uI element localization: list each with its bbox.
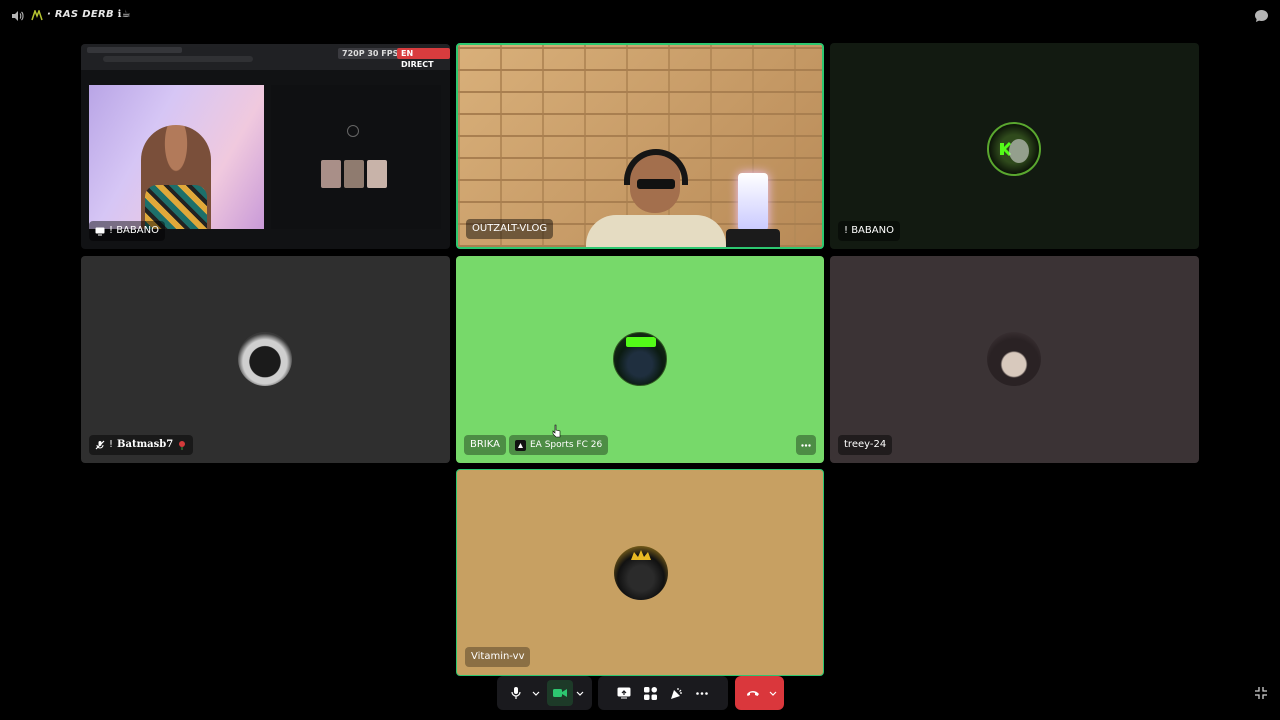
shared-call-panel xyxy=(271,85,441,229)
muted-mic-icon xyxy=(95,440,105,450)
name-prefix: ! xyxy=(109,439,114,450)
fullscreen-icon[interactable] xyxy=(1254,686,1268,700)
leave-options-button[interactable] xyxy=(766,680,780,706)
rose-icon xyxy=(179,441,186,450)
browser-tabstrip xyxy=(87,47,182,53)
screen-share-button[interactable] xyxy=(611,680,637,706)
tile-vitamin-vv[interactable]: Vitamin-vv xyxy=(456,469,824,676)
camera-options-button[interactable] xyxy=(573,680,587,706)
game-icon xyxy=(515,439,526,451)
name-tag: ! BABANO xyxy=(89,221,165,241)
camera-button[interactable] xyxy=(546,680,573,706)
tile-babano-stream[interactable]: 720P 30 FPS EN DIRECT ! BABANO xyxy=(81,44,450,249)
participant-name: treey-24 xyxy=(844,439,887,450)
soundboard-button[interactable] xyxy=(663,680,689,706)
shared-webcam xyxy=(89,85,264,229)
more-icon xyxy=(696,691,708,695)
activities-icon xyxy=(643,686,657,700)
activity-name: EA Sports FC 26 xyxy=(530,440,603,450)
mouse-cursor-icon xyxy=(552,424,561,438)
mini-tile-3 xyxy=(367,160,387,188)
mic-icon xyxy=(510,687,521,699)
name-tag: Vitamin-vv xyxy=(465,647,531,667)
leave-call-button[interactable] xyxy=(740,680,766,706)
participant-name: Vitamin-vv xyxy=(471,651,525,662)
name-tag: treey-24 xyxy=(838,435,893,455)
crown-icon xyxy=(631,550,651,560)
participant-name: ! BABANO xyxy=(844,225,894,236)
leave-controls xyxy=(735,676,784,710)
lamp-base xyxy=(726,229,780,247)
chevron-down-icon xyxy=(576,691,583,696)
name-tag: ! BABANO xyxy=(838,221,900,241)
screen-share-indicator-icon xyxy=(95,227,105,235)
channel-title: RAS DERB xyxy=(54,9,114,20)
channel-emoji: ℹ☕ xyxy=(117,9,132,20)
avatar xyxy=(987,122,1041,176)
browser-address-bar xyxy=(103,56,253,62)
mini-tile-2 xyxy=(344,160,364,188)
camera-icon xyxy=(552,689,567,697)
leave-call-icon xyxy=(746,691,759,696)
kick-logo-icon xyxy=(1000,139,1029,163)
activity-tag[interactable]: EA Sports FC 26 xyxy=(509,435,609,455)
avatar xyxy=(987,332,1041,386)
chevron-down-icon xyxy=(769,691,776,696)
top-bar: · RAS DERB ℹ☕ xyxy=(0,0,1280,32)
chevron-down-icon xyxy=(532,691,539,696)
participant-name: OUTZALT-VLOG xyxy=(472,223,548,234)
participant-name: ! BABANO xyxy=(109,225,159,236)
kick-wordmark xyxy=(626,337,656,347)
avatar xyxy=(238,332,292,386)
channel-icon xyxy=(31,10,43,21)
soundboard-icon xyxy=(670,687,682,699)
name-tag: ! Batmasb7 xyxy=(89,435,194,455)
sunglasses xyxy=(637,179,675,189)
action-controls xyxy=(598,676,728,710)
channel-name[interactable]: · RAS DERB ℹ☕ xyxy=(47,9,131,20)
mic-button[interactable] xyxy=(503,680,529,706)
quality-badge: 720P 30 FPS xyxy=(338,48,403,59)
tile-more-button[interactable] xyxy=(796,435,816,455)
tile-brika[interactable]: BRIKA EA Sports FC 26 xyxy=(456,256,824,463)
name-tag: OUTZALT-VLOG xyxy=(466,219,554,239)
more-options-button[interactable] xyxy=(689,680,715,706)
chat-icon[interactable] xyxy=(1254,9,1269,23)
screen-share-icon xyxy=(617,687,631,699)
avatar xyxy=(614,546,668,600)
tile-treey-24[interactable]: treey-24 xyxy=(830,256,1199,463)
avatar xyxy=(613,332,667,386)
participant-name: Batmasb7 xyxy=(117,439,174,450)
mini-avatar xyxy=(347,125,359,137)
speaker-icon[interactable] xyxy=(10,9,24,23)
mic-options-button[interactable] xyxy=(529,680,543,706)
tile-babano[interactable]: ! BABANO xyxy=(830,43,1199,249)
name-tag: BRIKA xyxy=(464,435,506,455)
participant-name: BRIKA xyxy=(470,439,500,450)
more-icon xyxy=(801,443,811,447)
activities-button[interactable] xyxy=(637,680,663,706)
person-shirt xyxy=(586,215,726,247)
tile-outzalt-vlog[interactable]: OUTZALT-VLOG xyxy=(456,43,824,249)
live-badge: EN DIRECT xyxy=(397,48,450,69)
tile-batmasb7[interactable]: ! Batmasb7 xyxy=(81,256,450,463)
voice-controls xyxy=(497,676,592,710)
mini-tile-1 xyxy=(321,160,341,188)
rgb-lamp xyxy=(738,173,768,231)
